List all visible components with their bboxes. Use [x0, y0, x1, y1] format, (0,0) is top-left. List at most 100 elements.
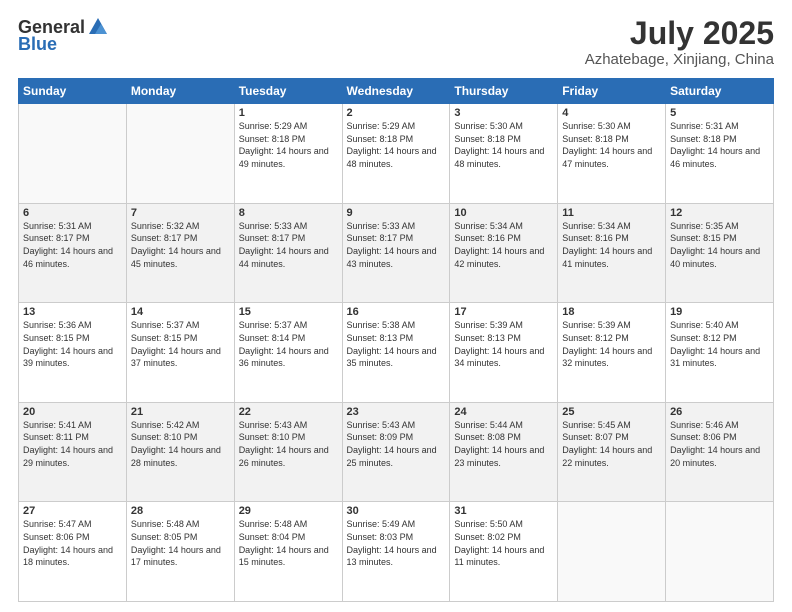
day-number: 7: [131, 207, 230, 219]
day-number: 10: [454, 207, 553, 219]
calendar-cell: 17Sunrise: 5:39 AMSunset: 8:13 PMDayligh…: [450, 303, 558, 403]
calendar-week-1: 1Sunrise: 5:29 AMSunset: 8:18 PMDaylight…: [19, 104, 774, 204]
day-number: 15: [239, 306, 338, 318]
calendar-cell: 4Sunrise: 5:30 AMSunset: 8:18 PMDaylight…: [558, 104, 666, 204]
day-number: 29: [239, 505, 338, 517]
day-number: 23: [347, 406, 446, 418]
col-monday: Monday: [126, 79, 234, 104]
page: General Blue July 2025 Azhatebage, Xinji…: [0, 0, 792, 612]
calendar-cell: 11Sunrise: 5:34 AMSunset: 8:16 PMDayligh…: [558, 203, 666, 303]
col-tuesday: Tuesday: [234, 79, 342, 104]
calendar-cell: 24Sunrise: 5:44 AMSunset: 8:08 PMDayligh…: [450, 402, 558, 502]
day-number: 3: [454, 107, 553, 119]
day-number: 27: [23, 505, 122, 517]
calendar-cell: 13Sunrise: 5:36 AMSunset: 8:15 PMDayligh…: [19, 303, 127, 403]
calendar-cell: 23Sunrise: 5:43 AMSunset: 8:09 PMDayligh…: [342, 402, 450, 502]
calendar-cell: 19Sunrise: 5:40 AMSunset: 8:12 PMDayligh…: [666, 303, 774, 403]
day-info: Sunrise: 5:48 AMSunset: 8:04 PMDaylight:…: [239, 518, 338, 568]
day-info: Sunrise: 5:42 AMSunset: 8:10 PMDaylight:…: [131, 419, 230, 469]
day-number: 25: [562, 406, 661, 418]
calendar-cell: 26Sunrise: 5:46 AMSunset: 8:06 PMDayligh…: [666, 402, 774, 502]
calendar-cell: 20Sunrise: 5:41 AMSunset: 8:11 PMDayligh…: [19, 402, 127, 502]
calendar-cell: 10Sunrise: 5:34 AMSunset: 8:16 PMDayligh…: [450, 203, 558, 303]
day-number: 8: [239, 207, 338, 219]
day-number: 5: [670, 107, 769, 119]
day-number: 20: [23, 406, 122, 418]
day-number: 22: [239, 406, 338, 418]
calendar-cell: [666, 502, 774, 602]
day-info: Sunrise: 5:44 AMSunset: 8:08 PMDaylight:…: [454, 419, 553, 469]
day-info: Sunrise: 5:29 AMSunset: 8:18 PMDaylight:…: [347, 120, 446, 170]
day-number: 11: [562, 207, 661, 219]
day-info: Sunrise: 5:48 AMSunset: 8:05 PMDaylight:…: [131, 518, 230, 568]
day-info: Sunrise: 5:50 AMSunset: 8:02 PMDaylight:…: [454, 518, 553, 568]
day-info: Sunrise: 5:41 AMSunset: 8:11 PMDaylight:…: [23, 419, 122, 469]
day-info: Sunrise: 5:34 AMSunset: 8:16 PMDaylight:…: [454, 220, 553, 270]
day-number: 1: [239, 107, 338, 119]
calendar-cell: 27Sunrise: 5:47 AMSunset: 8:06 PMDayligh…: [19, 502, 127, 602]
day-info: Sunrise: 5:32 AMSunset: 8:17 PMDaylight:…: [131, 220, 230, 270]
calendar-cell: 22Sunrise: 5:43 AMSunset: 8:10 PMDayligh…: [234, 402, 342, 502]
day-info: Sunrise: 5:38 AMSunset: 8:13 PMDaylight:…: [347, 319, 446, 369]
calendar-cell: 2Sunrise: 5:29 AMSunset: 8:18 PMDaylight…: [342, 104, 450, 204]
day-number: 21: [131, 406, 230, 418]
calendar-cell: 1Sunrise: 5:29 AMSunset: 8:18 PMDaylight…: [234, 104, 342, 204]
calendar-cell: 14Sunrise: 5:37 AMSunset: 8:15 PMDayligh…: [126, 303, 234, 403]
day-info: Sunrise: 5:36 AMSunset: 8:15 PMDaylight:…: [23, 319, 122, 369]
calendar-cell: 28Sunrise: 5:48 AMSunset: 8:05 PMDayligh…: [126, 502, 234, 602]
day-info: Sunrise: 5:29 AMSunset: 8:18 PMDaylight:…: [239, 120, 338, 170]
calendar-cell: [558, 502, 666, 602]
calendar-table: Sunday Monday Tuesday Wednesday Thursday…: [18, 78, 774, 602]
calendar-cell: 25Sunrise: 5:45 AMSunset: 8:07 PMDayligh…: [558, 402, 666, 502]
main-title: July 2025: [585, 16, 774, 51]
calendar-cell: 29Sunrise: 5:48 AMSunset: 8:04 PMDayligh…: [234, 502, 342, 602]
col-sunday: Sunday: [19, 79, 127, 104]
day-info: Sunrise: 5:31 AMSunset: 8:18 PMDaylight:…: [670, 120, 769, 170]
calendar-cell: 21Sunrise: 5:42 AMSunset: 8:10 PMDayligh…: [126, 402, 234, 502]
day-info: Sunrise: 5:37 AMSunset: 8:15 PMDaylight:…: [131, 319, 230, 369]
day-info: Sunrise: 5:39 AMSunset: 8:13 PMDaylight:…: [454, 319, 553, 369]
calendar-cell: 12Sunrise: 5:35 AMSunset: 8:15 PMDayligh…: [666, 203, 774, 303]
subtitle: Azhatebage, Xinjiang, China: [585, 51, 774, 68]
day-info: Sunrise: 5:43 AMSunset: 8:09 PMDaylight:…: [347, 419, 446, 469]
day-info: Sunrise: 5:45 AMSunset: 8:07 PMDaylight:…: [562, 419, 661, 469]
calendar-cell: 3Sunrise: 5:30 AMSunset: 8:18 PMDaylight…: [450, 104, 558, 204]
calendar-cell: 16Sunrise: 5:38 AMSunset: 8:13 PMDayligh…: [342, 303, 450, 403]
calendar-week-3: 13Sunrise: 5:36 AMSunset: 8:15 PMDayligh…: [19, 303, 774, 403]
day-info: Sunrise: 5:47 AMSunset: 8:06 PMDaylight:…: [23, 518, 122, 568]
day-info: Sunrise: 5:46 AMSunset: 8:06 PMDaylight:…: [670, 419, 769, 469]
calendar-week-4: 20Sunrise: 5:41 AMSunset: 8:11 PMDayligh…: [19, 402, 774, 502]
logo-icon: [87, 16, 109, 38]
calendar-cell: 18Sunrise: 5:39 AMSunset: 8:12 PMDayligh…: [558, 303, 666, 403]
calendar-cell: [19, 104, 127, 204]
day-info: Sunrise: 5:39 AMSunset: 8:12 PMDaylight:…: [562, 319, 661, 369]
calendar-cell: 6Sunrise: 5:31 AMSunset: 8:17 PMDaylight…: [19, 203, 127, 303]
day-info: Sunrise: 5:35 AMSunset: 8:15 PMDaylight:…: [670, 220, 769, 270]
day-number: 26: [670, 406, 769, 418]
calendar-week-2: 6Sunrise: 5:31 AMSunset: 8:17 PMDaylight…: [19, 203, 774, 303]
calendar-cell: 31Sunrise: 5:50 AMSunset: 8:02 PMDayligh…: [450, 502, 558, 602]
calendar-cell: 15Sunrise: 5:37 AMSunset: 8:14 PMDayligh…: [234, 303, 342, 403]
day-number: 16: [347, 306, 446, 318]
day-info: Sunrise: 5:30 AMSunset: 8:18 PMDaylight:…: [562, 120, 661, 170]
day-number: 6: [23, 207, 122, 219]
day-info: Sunrise: 5:40 AMSunset: 8:12 PMDaylight:…: [670, 319, 769, 369]
day-number: 19: [670, 306, 769, 318]
calendar-cell: [126, 104, 234, 204]
day-info: Sunrise: 5:30 AMSunset: 8:18 PMDaylight:…: [454, 120, 553, 170]
calendar-cell: 30Sunrise: 5:49 AMSunset: 8:03 PMDayligh…: [342, 502, 450, 602]
day-number: 17: [454, 306, 553, 318]
day-number: 30: [347, 505, 446, 517]
day-number: 18: [562, 306, 661, 318]
logo-blue: Blue: [18, 34, 57, 55]
calendar-cell: 7Sunrise: 5:32 AMSunset: 8:17 PMDaylight…: [126, 203, 234, 303]
day-number: 4: [562, 107, 661, 119]
day-info: Sunrise: 5:33 AMSunset: 8:17 PMDaylight:…: [347, 220, 446, 270]
header: General Blue July 2025 Azhatebage, Xinji…: [18, 16, 774, 68]
day-number: 12: [670, 207, 769, 219]
day-number: 14: [131, 306, 230, 318]
col-wednesday: Wednesday: [342, 79, 450, 104]
logo: General Blue: [18, 16, 109, 55]
day-number: 13: [23, 306, 122, 318]
day-info: Sunrise: 5:43 AMSunset: 8:10 PMDaylight:…: [239, 419, 338, 469]
